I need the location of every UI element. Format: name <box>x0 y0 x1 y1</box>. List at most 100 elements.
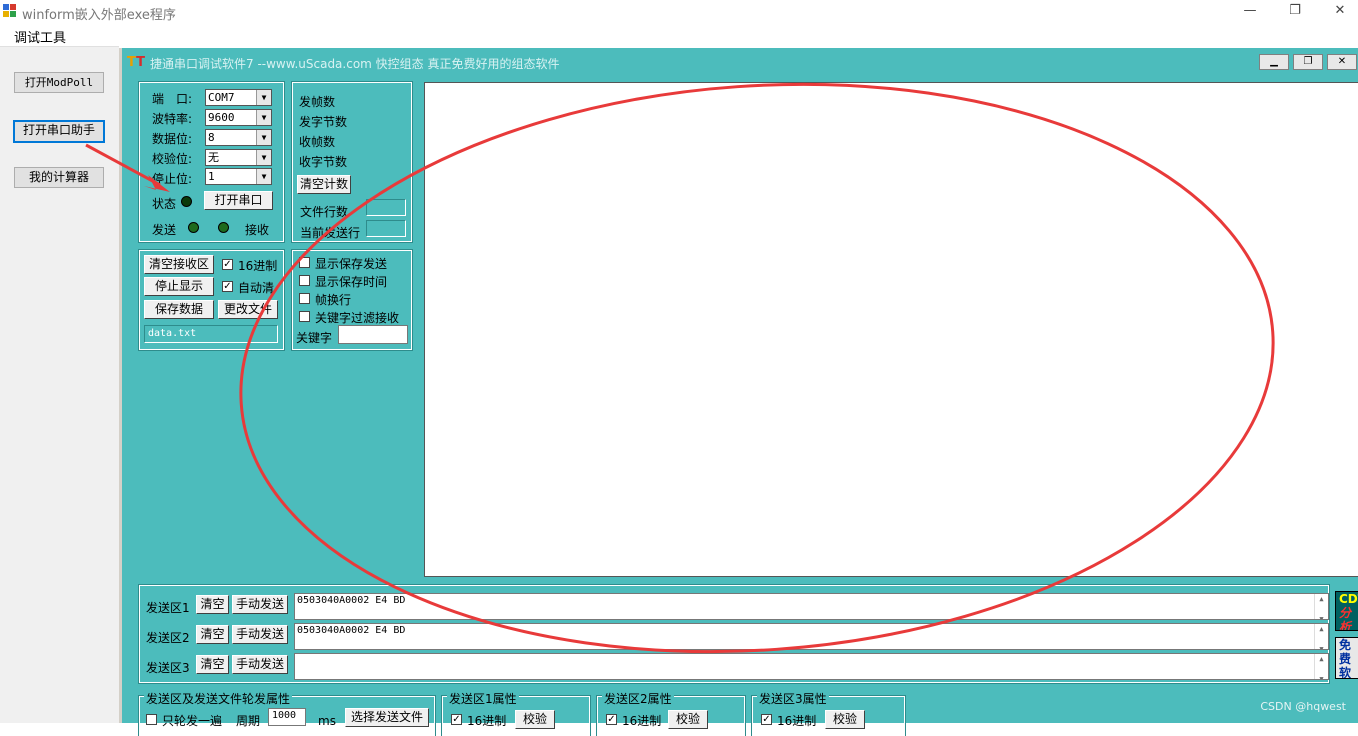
send-zone2-clear-button[interactable]: 清空 <box>196 625 229 644</box>
left-pane: 打开ModPoll 打开串口助手 我的计算器 <box>0 46 119 723</box>
show-save-time-label: 显示保存时间 <box>315 275 388 289</box>
send-zone1-label: 发送区1 <box>146 601 190 615</box>
keyword-label: 关键字 <box>296 331 333 345</box>
chevron-down-icon: ▼ <box>256 130 271 145</box>
current-line-value <box>366 220 406 237</box>
rotate-send-group: 发送区及发送文件轮发属性 只轮发一遍 周期 1000 ms 选择发送文件 <box>138 690 436 736</box>
port-settings-group: 端 口: COM7 ▼ 波特率: 9600 ▼ 数据位: 8 ▼ 校验位: 无 ▼ 停止… <box>138 81 285 243</box>
chevron-down-icon: ▼ <box>256 150 271 165</box>
frame-newline-label: 帧换行 <box>315 293 352 307</box>
recv-bytes-label: 收字节数 <box>299 155 348 169</box>
hex-receive-label: 16进制 <box>238 259 278 273</box>
send-zone3-manual-send-button[interactable]: 手动发送 <box>232 655 288 674</box>
send-zone2-manual-send-button[interactable]: 手动发送 <box>232 625 288 644</box>
auto-clear-label: 自动清 <box>238 281 275 295</box>
zone1-verify-button[interactable]: 校验 <box>515 710 555 729</box>
send-zone2-props-group: 发送区2属性 ✓ 16进制 校验 <box>596 690 746 736</box>
send-zone2-text: 0503040A0002 E4 BD <box>297 625 406 636</box>
show-save-send-label: 显示保存发送 <box>315 257 388 271</box>
send-zone1-text: 0503040A0002 E4 BD <box>297 595 406 606</box>
keyword-filter-checkbox[interactable] <box>299 311 310 322</box>
send-zone3-clear-button[interactable]: 清空 <box>196 655 229 674</box>
clear-count-button[interactable]: 清空计数 <box>297 175 351 194</box>
port-value: COM7 <box>208 91 235 104</box>
my-calculator-button[interactable]: 我的计算器 <box>14 167 104 188</box>
stop-display-button[interactable]: 停止显示 <box>144 277 214 296</box>
recv-indicator-label: 接收 <box>245 223 270 237</box>
ad2-line2: 软件 <box>1339 666 1352 679</box>
baud-label: 波特率: <box>152 112 193 126</box>
send-zone2-input[interactable]: 0503040A0002 E4 BD ▲ ▼ <box>294 623 1329 650</box>
zone2-verify-button[interactable]: 校验 <box>668 710 708 729</box>
stopbits-label: 停止位: <box>152 172 193 186</box>
period-label: 周期 <box>236 714 261 728</box>
inner-restore-icon[interactable]: ❐ <box>1293 54 1323 70</box>
open-port-button[interactable]: 打开串口 <box>204 191 273 210</box>
ad1-line1: CDT <box>1339 592 1358 606</box>
zone1-hex-checkbox[interactable]: ✓ <box>451 714 462 725</box>
port-label: 端 口: <box>152 92 193 106</box>
databits-value: 8 <box>208 131 215 144</box>
zone2-hex-checkbox[interactable]: ✓ <box>606 714 617 725</box>
minimize-icon[interactable]: — <box>1240 3 1260 19</box>
receive-area[interactable] <box>424 82 1358 577</box>
zone3-hex-label: 16进制 <box>777 714 817 728</box>
stopbits-value: 1 <box>208 170 215 183</box>
show-save-send-checkbox[interactable] <box>299 257 310 268</box>
recv-led-icon <box>218 222 229 233</box>
select-send-file-button[interactable]: 选择发送文件 <box>345 708 429 727</box>
scrollbar[interactable]: ▲ ▼ <box>1314 654 1328 679</box>
send-area-group: 发送区1 清空 手动发送 0503040A0002 E4 BD ▲ ▼ 发送区2 清… <box>138 584 1330 684</box>
frame-newline-checkbox[interactable] <box>299 293 310 304</box>
scrollbar[interactable]: ▲ ▼ <box>1314 624 1328 649</box>
free-software-ad-banner[interactable]: 免费软件 <box>1335 637 1358 679</box>
parity-value: 无 <box>208 151 219 164</box>
open-modpoll-button[interactable]: 打开ModPoll <box>14 72 104 93</box>
change-file-button[interactable]: 更改文件 <box>218 300 278 319</box>
scrollbar[interactable]: ▲ ▼ <box>1314 594 1328 619</box>
inner-close-icon[interactable]: ✕ <box>1327 54 1357 70</box>
parity-select[interactable]: 无 ▼ <box>205 149 272 166</box>
keyword-filter-label: 关键字过滤接收 <box>315 311 400 325</box>
status-led-icon <box>181 196 192 207</box>
auto-clear-checkbox[interactable]: ✓ <box>222 281 233 292</box>
cdt-ad-banner[interactable]: CDT分析 <box>1335 591 1358 631</box>
send-zone1-props-group: 发送区1属性 ✓ 16进制 校验 <box>441 690 591 736</box>
send-zone3-props-title: 发送区3属性 <box>757 690 829 707</box>
baud-select[interactable]: 9600 ▼ <box>205 109 272 126</box>
send-zone1-clear-button[interactable]: 清空 <box>196 595 229 614</box>
send-zone1-input[interactable]: 0503040A0002 E4 BD ▲ ▼ <box>294 593 1329 620</box>
save-data-button[interactable]: 保存数据 <box>144 300 214 319</box>
status-label: 状态 <box>152 197 177 211</box>
maximize-icon[interactable]: ❐ <box>1285 3 1305 19</box>
current-line-label: 当前发送行 <box>300 226 361 240</box>
window-titlebar: winform嵌入外部exe程序 — ❐ ✕ <box>0 0 1358 24</box>
send-zone3-input[interactable]: ▲ ▼ <box>294 653 1329 680</box>
stopbits-select[interactable]: 1 ▼ <box>205 168 272 185</box>
period-input[interactable]: 1000 <box>268 708 306 726</box>
show-save-time-checkbox[interactable] <box>299 275 310 286</box>
menu-debug-tools[interactable]: 调试工具 <box>14 27 66 46</box>
zone3-verify-button[interactable]: 校验 <box>825 710 865 729</box>
zone3-hex-checkbox[interactable]: ✓ <box>761 714 772 725</box>
parity-label: 校验位: <box>152 152 193 166</box>
baud-value: 9600 <box>208 111 235 124</box>
hex-receive-checkbox[interactable]: ✓ <box>222 259 233 270</box>
databits-select[interactable]: 8 ▼ <box>205 129 272 146</box>
send-zone1-manual-send-button[interactable]: 手动发送 <box>232 595 288 614</box>
inner-titlebar: TT 捷通串口调试软件7 --www.uScada.com 快控组态 真正免费好… <box>122 50 1358 74</box>
inner-minimize-icon[interactable]: ▁ <box>1259 54 1289 70</box>
filename-field[interactable]: data.txt <box>144 325 278 343</box>
open-serial-helper-button[interactable]: 打开串口助手 <box>13 120 105 143</box>
file-lines-label: 文件行数 <box>300 205 349 219</box>
keyword-input[interactable] <box>338 325 408 344</box>
receive-control-group: 清空接收区 ✓ 16进制 停止显示 ✓ 自动清 保存数据 更改文件 data.t… <box>138 249 285 351</box>
send-frames-label: 发帧数 <box>299 95 336 109</box>
send-zone2-label: 发送区2 <box>146 631 190 645</box>
port-select[interactable]: COM7 ▼ <box>205 89 272 106</box>
display-options-group: 显示保存发送 显示保存时间 帧换行 关键字过滤接收 关键字 <box>291 249 413 351</box>
chevron-down-icon: ▼ <box>256 169 271 184</box>
close-icon[interactable]: ✕ <box>1330 3 1350 19</box>
only-once-checkbox[interactable] <box>146 714 157 725</box>
clear-receive-button[interactable]: 清空接收区 <box>144 255 214 274</box>
